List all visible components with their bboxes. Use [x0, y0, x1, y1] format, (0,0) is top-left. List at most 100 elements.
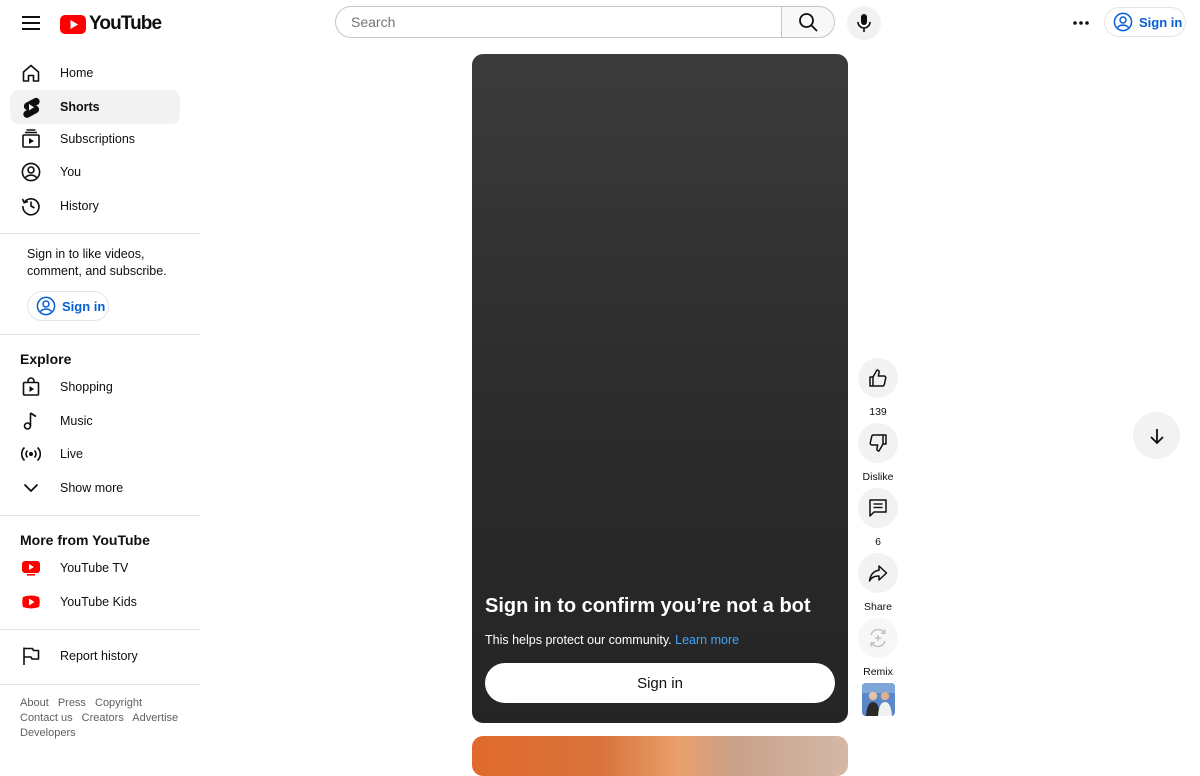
share-arrow-icon — [868, 565, 888, 582]
explore-heading: Explore — [20, 351, 72, 367]
search-icon — [799, 13, 818, 32]
comments-button[interactable] — [858, 488, 898, 528]
like-button[interactable] — [858, 358, 898, 398]
sidebar-signin-label: Sign in — [62, 298, 106, 314]
thumbs-up-icon — [869, 369, 887, 387]
dislike-action: Dislike — [858, 423, 898, 483]
search-button[interactable] — [781, 6, 835, 38]
footer-links: About Press Copyright Contact us Creator… — [20, 696, 190, 741]
bot-check-subtitle: This helps protect our community. Learn … — [485, 633, 739, 647]
comment-count: 6 — [875, 536, 881, 548]
footer-link-contact-us[interactable]: Contact us — [20, 712, 73, 724]
search-input[interactable] — [349, 13, 781, 31]
remix-button[interactable] — [858, 618, 898, 658]
guide-menu-button[interactable] — [14, 6, 48, 40]
youtube-kids-icon — [19, 590, 43, 614]
sidebar-item-you[interactable]: You — [10, 155, 180, 189]
sidebar-item-label: You — [60, 165, 82, 179]
remix-label: Remix — [863, 666, 893, 678]
shopping-bag-icon — [19, 375, 43, 399]
music-note-icon — [19, 409, 43, 433]
dislike-label: Dislike — [862, 471, 894, 483]
sidebar-item-history[interactable]: History — [10, 189, 180, 223]
channel-thumbnail[interactable] — [862, 683, 895, 716]
sidebar-item-label: Home — [60, 66, 94, 80]
chevron-down-icon — [19, 476, 43, 500]
sidebar-divider — [0, 233, 200, 234]
sidebar-divider — [0, 334, 200, 335]
bot-check-signin-button[interactable]: Sign in — [485, 663, 835, 703]
settings-more-button[interactable] — [1064, 6, 1098, 40]
like-count: 139 — [869, 406, 887, 418]
more-from-youtube-heading: More from YouTube — [20, 532, 150, 548]
share-button[interactable] — [858, 553, 898, 593]
hamburger-icon — [22, 16, 40, 30]
footer-link-advertise[interactable]: Advertise — [132, 712, 178, 724]
remix-action: Remix — [858, 618, 898, 678]
account-circle-icon — [36, 296, 56, 316]
user-circle-icon — [19, 160, 43, 184]
dislike-button[interactable] — [858, 423, 898, 463]
header-signin-label: Sign in — [1139, 14, 1183, 30]
sidebar-item-home[interactable]: Home — [10, 56, 180, 90]
voice-search-button[interactable] — [847, 6, 881, 40]
account-circle-icon — [1113, 12, 1133, 32]
sidebar-item-music[interactable]: Music — [10, 404, 180, 438]
sidebar-item-label: History — [60, 199, 99, 213]
logo-text: YouTube — [89, 13, 162, 34]
sidebar-item-youtube-tv[interactable]: YouTube TV — [10, 551, 180, 585]
bot-check-title: Sign in to confirm you’re not a bot — [485, 595, 811, 617]
like-action: 139 — [858, 358, 898, 418]
footer-link-copyright[interactable]: Copyright — [95, 697, 142, 709]
sidebar-divider — [0, 684, 200, 685]
sidebar-item-shopping[interactable]: Shopping — [10, 370, 180, 404]
next-video-button[interactable] — [1133, 412, 1180, 459]
remix-icon — [870, 628, 886, 648]
sidebar-item-label: Show more — [60, 481, 124, 495]
sidebar-item-label: Live — [60, 447, 83, 461]
share-action: Share — [858, 553, 898, 613]
subscriptions-icon — [19, 127, 43, 151]
share-label: Share — [863, 601, 893, 613]
sidebar-item-label: Music — [60, 414, 93, 428]
sidebar-item-report-history[interactable]: Report history — [10, 639, 180, 673]
sidebar-item-shorts[interactable]: Shorts — [10, 90, 180, 124]
footer-link-about[interactable]: About — [20, 697, 49, 709]
sidebar-item-live[interactable]: Live — [10, 437, 180, 471]
youtube-logo[interactable]: YouTube — [60, 13, 162, 35]
next-short-preview[interactable] — [472, 736, 848, 776]
sidebar-item-label: Shopping — [60, 380, 113, 394]
arrow-down-icon — [1149, 428, 1164, 444]
sidebar-item-subscriptions[interactable]: Subscriptions — [10, 122, 180, 156]
history-icon — [19, 194, 43, 218]
sidebar-item-label: YouTube Kids — [60, 595, 137, 609]
sidebar-item-label: Report history — [60, 649, 138, 663]
sidebar-item-label: YouTube TV — [60, 561, 129, 575]
live-icon — [19, 442, 43, 466]
sidebar-item-label: Subscriptions — [60, 132, 136, 146]
guide-sidebar: Home Shorts Subscriptions You History Si… — [0, 54, 200, 750]
sidebar-signin-button[interactable]: Sign in — [27, 291, 109, 321]
bot-check-description: This helps protect our community. — [485, 633, 672, 647]
home-icon — [19, 61, 43, 85]
search-box — [335, 6, 781, 38]
sidebar-signin-prompt: Sign in to like videos, comment, and sub… — [27, 247, 167, 278]
learn-more-link[interactable]: Learn more — [675, 633, 739, 647]
more-horizontal-icon — [1073, 21, 1089, 25]
comment-icon — [869, 499, 887, 517]
microphone-icon — [857, 14, 871, 32]
sidebar-item-label: Shorts — [60, 100, 100, 114]
youtube-tv-icon — [19, 556, 43, 580]
masthead: YouTube Sign in — [0, 0, 1200, 48]
sidebar-item-youtube-kids[interactable]: YouTube Kids — [10, 585, 180, 619]
header-signin-button[interactable]: Sign in — [1104, 7, 1186, 37]
sidebar-item-show-more[interactable]: Show more — [10, 471, 180, 505]
channel-avatar-icon — [862, 683, 895, 716]
footer-link-developers[interactable]: Developers — [20, 727, 76, 739]
short-player[interactable]: Sign in to confirm you’re not a bot This… — [472, 54, 848, 723]
footer-link-creators[interactable]: Creators — [82, 712, 124, 724]
flag-icon — [19, 644, 43, 668]
sidebar-divider — [0, 515, 200, 516]
sidebar-divider — [0, 629, 200, 630]
footer-link-press[interactable]: Press — [58, 697, 86, 709]
